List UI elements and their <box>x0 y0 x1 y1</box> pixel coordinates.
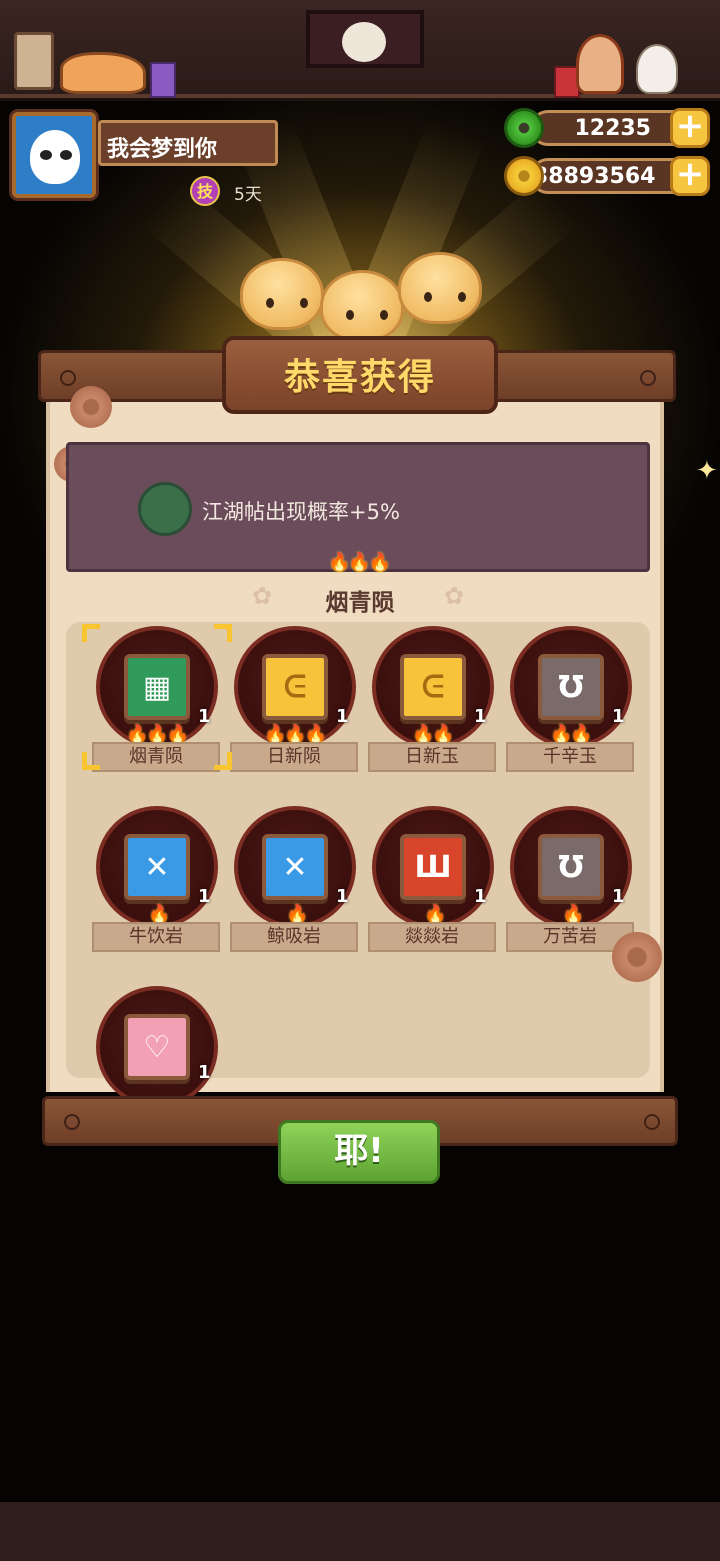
add-coin-button[interactable]: + <box>670 156 710 196</box>
reward-title: 恭喜获得 <box>283 357 436 398</box>
grade-flames: 🔥🔥🔥 <box>328 552 391 573</box>
confirm-button[interactable]: 耶! <box>278 1120 440 1184</box>
bun-eye-icon <box>458 292 466 302</box>
bun-mascot-icon <box>320 270 404 342</box>
item-icon: ᕮ <box>421 669 445 705</box>
selection-corner <box>214 752 232 770</box>
item-quantity: 1 <box>612 706 625 727</box>
bolt-icon <box>644 1114 660 1130</box>
panda-eye-icon <box>60 150 72 160</box>
item-quantity: 1 <box>198 886 211 907</box>
item-icon: ᕮ <box>283 669 307 705</box>
bun-eye-icon <box>424 292 432 302</box>
invitation-scroll-icon <box>138 482 192 536</box>
coin-icon <box>504 156 544 196</box>
item-tile: Ʊ <box>538 834 604 900</box>
item-icon: ▦ <box>142 669 172 705</box>
purple-jar-icon <box>150 62 176 98</box>
bun-eye-icon <box>346 310 354 320</box>
selection-corner <box>214 624 232 642</box>
grade-name: 烟青陨 <box>325 590 395 616</box>
item-icon: ✕ <box>282 849 308 885</box>
item-tile: ᕮ <box>400 654 466 720</box>
item-quantity: 1 <box>336 886 349 907</box>
player-name[interactable]: 我会梦到你 <box>98 120 278 166</box>
child-character-icon <box>576 34 624 94</box>
flower-ornament-icon <box>612 932 662 982</box>
panda-face-icon <box>30 130 80 184</box>
item-name: 日新玉 <box>368 742 496 772</box>
bun-eye-icon <box>266 298 274 308</box>
add-jade-button[interactable]: + <box>670 108 710 148</box>
avatar[interactable] <box>12 112 96 198</box>
panda-eye-icon <box>40 150 52 160</box>
item-tile: Ш <box>400 834 466 900</box>
item-tile: ✕ <box>124 834 190 900</box>
white-cat-icon <box>636 44 678 94</box>
item-icon: Ʊ <box>558 669 584 705</box>
bun-eye-icon <box>300 298 308 308</box>
item-name: 鲸吸岩 <box>230 922 358 952</box>
jade-icon <box>504 108 544 148</box>
bolt-icon <box>640 370 656 386</box>
bottom-bar <box>0 1502 720 1561</box>
bolt-icon <box>60 370 76 386</box>
item-tile: Ʊ <box>538 654 604 720</box>
bolt-icon <box>64 1114 80 1130</box>
item-icon: Ʊ <box>558 849 584 885</box>
sleeping-cat-icon <box>60 52 146 94</box>
item-tile: ▦ <box>124 654 190 720</box>
item-tile: ✕ <box>262 834 328 900</box>
selection-corner <box>82 752 100 770</box>
item-icon: Ш <box>414 849 452 885</box>
item-icon: ✕ <box>144 849 170 885</box>
item-tile: ᕮ <box>262 654 328 720</box>
bun-mascot-icon <box>398 252 482 324</box>
selection-corner <box>82 624 100 642</box>
bun-mascot-icon <box>240 258 324 330</box>
item-name: 牛饮岩 <box>92 922 220 952</box>
item-name: 日新陨 <box>230 742 358 772</box>
scroll-hanging-icon[interactable] <box>14 32 54 90</box>
item-icon: ♡ <box>143 1029 171 1065</box>
item-quantity: 1 <box>336 706 349 727</box>
item-quantity: 1 <box>612 886 625 907</box>
item-quantity: 1 <box>198 706 211 727</box>
flower-mark-icon: ✿ <box>444 582 465 610</box>
item-quantity: 1 <box>474 706 487 727</box>
portrait-face-icon <box>342 22 386 62</box>
flower-mark-icon: ✿ <box>252 582 273 610</box>
item-tile: ♡ <box>124 1014 190 1080</box>
item-quantity: 1 <box>198 1062 211 1083</box>
bun-eye-icon <box>380 310 388 320</box>
bonus-text: 江湖帖出现概率+5% <box>202 500 400 524</box>
item-name: 燚燚岩 <box>368 922 496 952</box>
skill-badge[interactable]: 技 <box>190 176 220 206</box>
item-name: 烟青陨 <box>92 742 220 772</box>
jade-amount: 12235 <box>574 116 651 141</box>
item-name: 千辛玉 <box>506 742 634 772</box>
login-days: 5天 <box>234 185 262 205</box>
flower-ornament-icon <box>70 386 112 428</box>
item-quantity: 1 <box>474 886 487 907</box>
coin-amount: 38893564 <box>533 164 656 189</box>
sparkle-icon: ✦ <box>696 456 718 486</box>
